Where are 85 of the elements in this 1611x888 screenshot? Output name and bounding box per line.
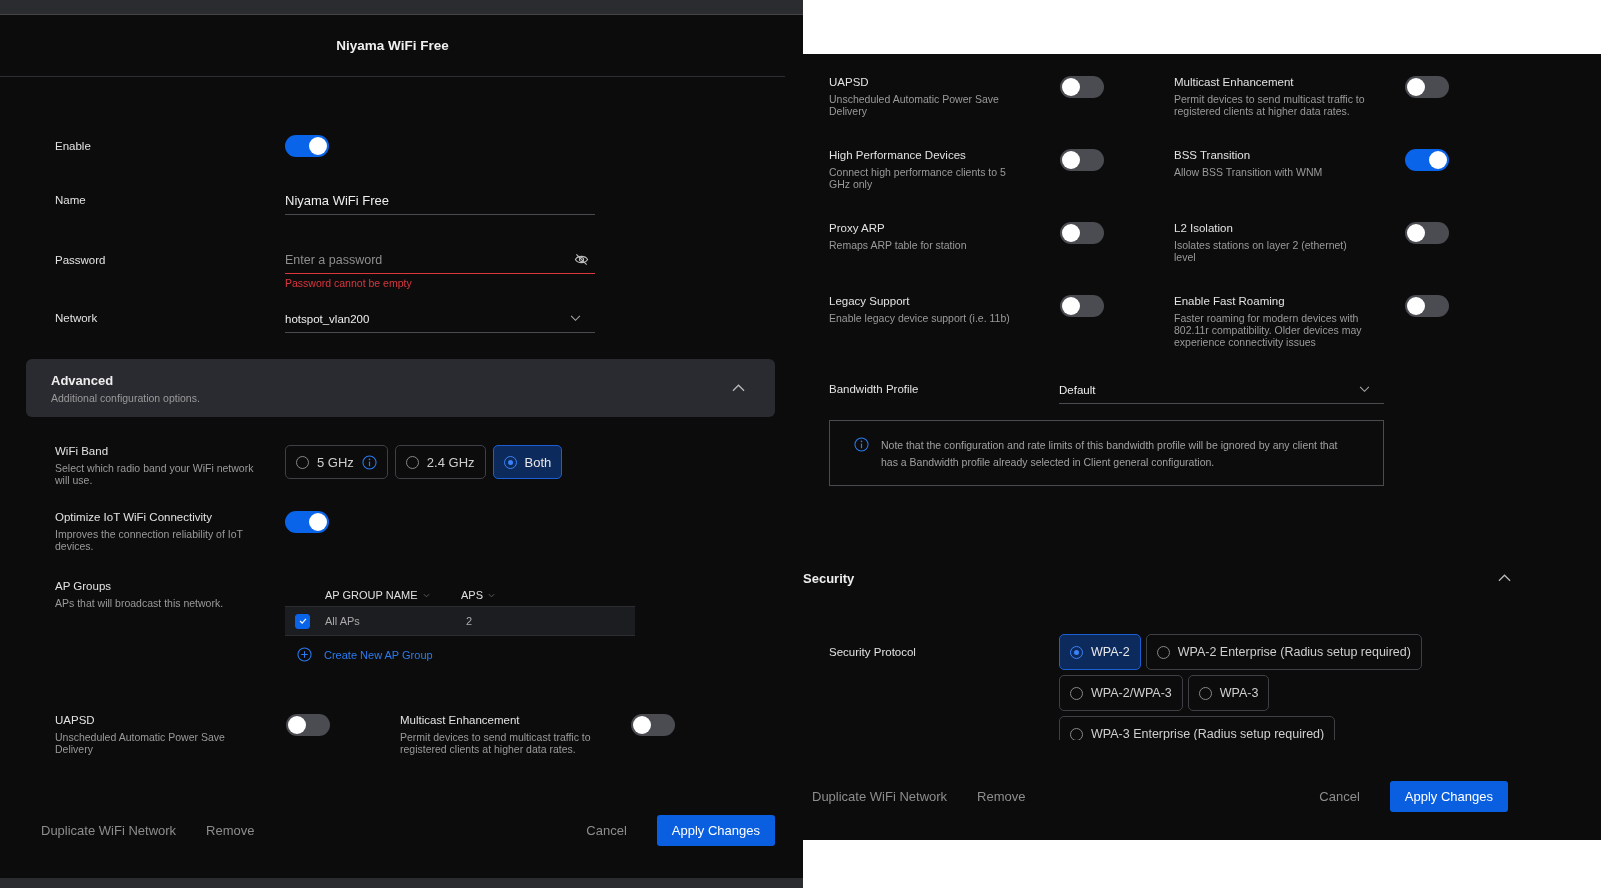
setting-description: Enable legacy device support (i.e. 11b) [829,312,1011,324]
toggle-switch[interactable] [286,714,330,736]
footer-action-link[interactable]: Duplicate WiFi Network [812,789,948,804]
caret-icon [570,315,581,322]
toggle-switch[interactable] [1060,149,1104,171]
eye-slash-icon[interactable] [574,252,589,267]
setting-description: Unscheduled Automatic Power Save Delivery [55,731,226,755]
radio-option[interactable]: WPA-2 [1059,634,1141,670]
toggle-switch[interactable] [1060,222,1104,244]
section-subtitle: Additional configuration options. [51,391,201,404]
column-header[interactable]: AP GROUP NAME [325,589,461,601]
setting-description: Allow BSS Transition with WNM [1174,166,1324,178]
toggle-switch[interactable] [1060,295,1104,317]
bandwidth-profile-dropdown[interactable]: Default [1059,374,1384,404]
advanced-section-header[interactable]: Advanced Additional configuration options. [26,359,775,417]
security-section-header[interactable]: Security [803,565,1511,591]
setting-description: Permit devices to send multicast traffic to registered clients at higher data rates. [400,731,592,755]
field-label: Enable [55,140,92,152]
section-title: Advanced [51,372,115,388]
setting-description: Remaps ARP table for station [829,239,968,251]
field-description: APs that will broadcast this network. [55,597,225,609]
info-icon [854,437,869,452]
radio-option[interactable]: Both [492,445,563,479]
plus-circle-icon [297,647,312,662]
name-input-field[interactable]: Niyama WiFi Free [285,185,595,215]
radio-option[interactable]: WPA-2 Enterprise (Radius setup required) [1145,634,1422,670]
section-title: Security [803,570,855,586]
radio-option[interactable]: 5 GHz [285,445,388,479]
radio-option[interactable]: WPA-2/WPA-3 [1059,675,1183,711]
field-description: Select which radio band your WiFi network will use. [55,462,255,486]
create-group-link[interactable]: Create New AP Group [297,647,433,662]
table-cell-text: All APs [325,615,361,627]
cancel-button[interactable]: Cancel [1319,789,1360,804]
field-label: Optimize IoT WiFi Connectivity [55,511,213,523]
table-row[interactable]: All APs 2 [285,606,635,636]
toggle-switch[interactable] [1405,295,1449,317]
setting-label: UAPSD [829,76,870,88]
toggle-switch[interactable] [285,135,329,157]
setting-label: Multicast Enhancement [400,714,521,726]
password-input-field[interactable]: Enter a password [285,252,574,267]
toggle-switch[interactable] [1405,149,1449,171]
field-label: AP Groups [55,580,113,592]
setting-label: High Performance Devices [829,149,967,161]
setting-description: Unscheduled Automatic Power Save Delivery [829,93,1000,117]
toggle-switch[interactable] [1405,222,1449,244]
field-label: Name [55,194,87,206]
toggle-switch[interactable] [1405,76,1449,98]
table-cell: 2 [466,615,473,627]
error-message: Password cannot be empty [285,277,413,289]
radio-option[interactable]: 2.4 GHz [394,445,486,479]
setting-description: Isolates stations on layer 2 (ethernet) level [1174,239,1348,263]
apply-changes-button[interactable]: Apply Changes [1389,781,1508,812]
field-label: Bandwidth Profile [829,383,920,395]
setting-label: Enable Fast Roaming [1174,295,1286,307]
field-label: Password [55,254,107,266]
setting-label: Multicast Enhancement [1174,76,1295,88]
setting-description: Permit devices to send multicast traffic to registered clients at higher data rates. [1174,93,1366,117]
footer-action-link[interactable]: Duplicate WiFi Network [41,823,177,838]
apply-changes-button[interactable]: Apply Changes [656,815,775,846]
footer-action-link[interactable]: Remove [977,789,1026,804]
toggle-switch[interactable] [631,714,675,736]
checkmark-icon [297,616,308,626]
field-label: Security Protocol [829,646,917,658]
radio-option[interactable]: WPA-3 [1187,675,1270,711]
panel-title: Niyama WiFi Free [336,38,449,53]
setting-label: Proxy ARP [829,222,886,234]
setting-label: L2 Isolation [1174,222,1234,234]
setting-label: Legacy Support [829,295,911,307]
setting-description: Faster roaming for modern devices with 802.11r compatibility. Older devices may experience connectivity issues [1174,312,1363,348]
field-label: Network [55,312,99,324]
setting-description: Connect high performance clients to 5 GHz only [829,166,1007,190]
field-description: Improves the connection reliability of IoT devices. [55,528,244,552]
setting-label: UAPSD [55,714,96,726]
caret-icon [1359,386,1370,393]
footer-action-link[interactable]: Remove [206,823,255,838]
checkbox[interactable] [295,613,310,629]
network-dropdown[interactable]: hotspot_vlan200 [285,303,595,333]
cancel-button[interactable]: Cancel [586,823,627,838]
radio-option[interactable]: WPA-3 Enterprise (Radius setup required) [1059,716,1336,740]
setting-label: BSS Transition [1174,149,1252,161]
field-label: WiFi Band [55,445,110,457]
toggle-switch[interactable] [1060,76,1104,98]
toggle-switch[interactable] [285,511,329,533]
note-text: Note that the configuration and rate limits of this bandwidth profile will be ignored by any client that has a Bandwidth profile already selected in Client general configuration. [881,438,1339,470]
column-header[interactable]: APS [461,589,495,601]
